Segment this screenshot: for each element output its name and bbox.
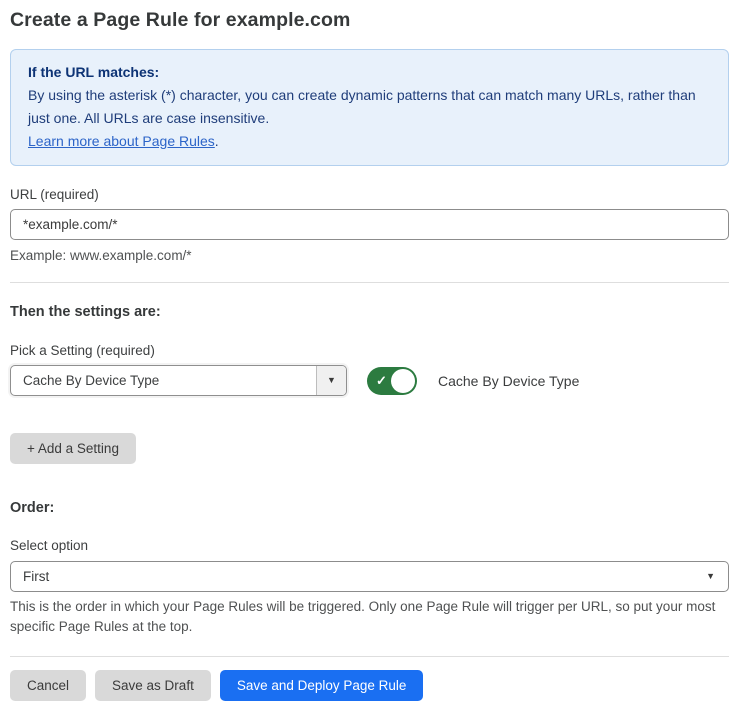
setting-dropdown-value: Cache By Device Type [11,366,316,395]
url-field-label: URL (required) [10,187,729,202]
toggle-label: Cache By Device Type [438,373,579,389]
page-title: Create a Page Rule for example.com [10,9,729,32]
footer-divider [10,656,729,657]
toggle-knob [391,369,415,393]
order-section-heading: Order: [10,500,729,516]
order-select[interactable]: First ▼ [10,561,729,592]
setting-row: Cache By Device Type ▼ ✓ Cache By Device… [10,365,729,396]
pick-setting-label: Pick a Setting (required) [10,343,729,358]
cache-device-toggle[interactable]: ✓ [367,367,417,395]
order-helper-text: This is the order in which your Page Rul… [10,597,729,637]
cancel-button[interactable]: Cancel [10,670,86,701]
section-divider [10,282,729,283]
learn-more-link[interactable]: Learn more about Page Rules [28,133,215,149]
info-box-heading: If the URL matches: [28,61,708,84]
setting-dropdown[interactable]: Cache By Device Type ▼ [10,365,347,396]
url-example-helper: Example: www.example.com/* [10,246,729,266]
checkmark-icon: ✓ [376,373,387,389]
footer-actions: Cancel Save as Draft Save and Deploy Pag… [10,670,729,701]
save-and-deploy-button[interactable]: Save and Deploy Page Rule [220,670,424,701]
info-box-link-line: Learn more about Page Rules. [28,130,708,153]
info-box-body: By using the asterisk (*) character, you… [28,84,708,130]
add-setting-button[interactable]: + Add a Setting [10,433,136,464]
link-suffix: . [215,133,219,149]
chevron-down-icon: ▼ [706,572,715,581]
url-input[interactable] [10,209,729,240]
settings-section-heading: Then the settings are: [10,304,729,320]
save-as-draft-button[interactable]: Save as Draft [95,670,211,701]
page-rule-form: Create a Page Rule for example.com If th… [0,0,750,701]
url-match-info-box: If the URL matches: By using the asteris… [10,49,729,166]
order-select-value: First [23,569,49,584]
setting-dropdown-arrow-button[interactable]: ▼ [316,366,346,395]
order-select-label: Select option [10,538,729,553]
chevron-down-icon: ▼ [327,376,336,385]
